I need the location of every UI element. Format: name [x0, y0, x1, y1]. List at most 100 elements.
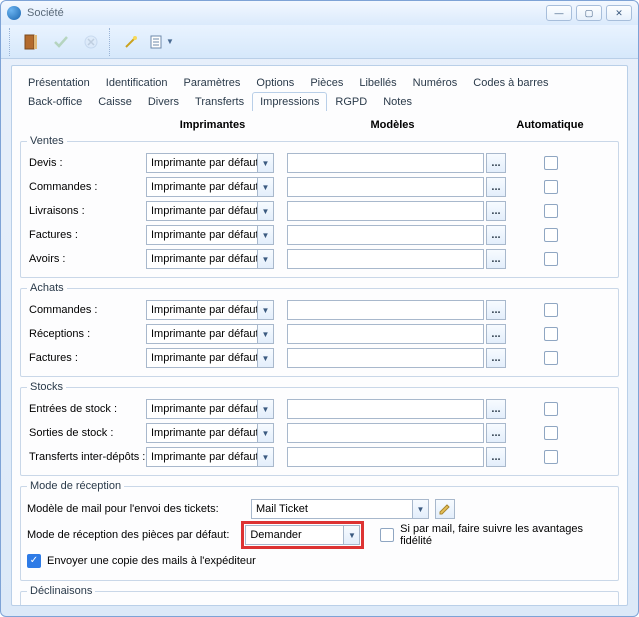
printer-combo[interactable]: Imprimante par défaut▼ — [146, 447, 274, 467]
tab-identification[interactable]: Identification — [98, 73, 176, 92]
tab-rgpd[interactable]: RGPD — [327, 92, 375, 111]
browse-model-button[interactable]: ... — [486, 201, 506, 221]
printer-combo[interactable]: Imprimante par défaut▼ — [146, 225, 274, 245]
cancel-button[interactable] — [77, 28, 105, 56]
edit-mail-model-button[interactable] — [435, 499, 455, 519]
model-field[interactable] — [287, 153, 484, 173]
printer-value: Imprimante par défaut — [151, 403, 259, 415]
forward-fidelity-label: Si par mail, faire suivre les avantages … — [400, 523, 612, 547]
browse-model-button[interactable]: ... — [486, 225, 506, 245]
printer-value: Imprimante par défaut — [151, 427, 259, 439]
auto-checkbox[interactable] — [544, 228, 558, 242]
auto-checkbox[interactable] — [544, 156, 558, 170]
model-field[interactable] — [287, 399, 484, 419]
row-label: Transferts inter-dépôts : — [27, 451, 146, 463]
auto-checkbox[interactable] — [544, 327, 558, 341]
reception-mode-dropdown[interactable]: Demander ▼ — [245, 525, 360, 545]
browse-model-button[interactable]: ... — [486, 249, 506, 269]
model-field[interactable] — [287, 249, 484, 269]
browse-model-button[interactable]: ... — [486, 423, 506, 443]
tab-options[interactable]: Options — [248, 73, 302, 92]
auto-checkbox[interactable] — [544, 450, 558, 464]
browse-model-button[interactable]: ... — [486, 447, 506, 467]
section-declinaisons: Déclinaisons Imprimer le tableau des déc… — [20, 585, 619, 606]
auto-checkbox[interactable] — [544, 204, 558, 218]
printer-combo[interactable]: Imprimante par défaut▼ — [146, 249, 274, 269]
maximize-button[interactable]: ▢ — [576, 5, 602, 21]
model-field[interactable] — [287, 324, 484, 344]
column-headers: Imprimantes Modèles Automatique — [20, 116, 619, 133]
auto-checkbox[interactable] — [544, 351, 558, 365]
auto-checkbox[interactable] — [544, 252, 558, 266]
legend-declinaisons: Déclinaisons — [27, 585, 95, 597]
window: Société — ▢ ✕ ▼ PrésentationIdentificati… — [0, 0, 639, 617]
tab-pr-sentation[interactable]: Présentation — [20, 73, 98, 92]
document-list-icon — [148, 34, 164, 50]
send-copy-checkbox[interactable] — [27, 554, 41, 568]
tab-notes[interactable]: Notes — [375, 92, 420, 111]
model-field[interactable] — [287, 423, 484, 443]
printer-combo[interactable]: Imprimante par défaut▼ — [146, 348, 274, 368]
row-label: Entrées de stock : — [27, 403, 146, 415]
printer-value: Imprimante par défaut — [151, 157, 259, 169]
browse-model-button[interactable]: ... — [486, 177, 506, 197]
printer-row: Transferts inter-dépôts :Imprimante par … — [27, 445, 612, 469]
legend-achats: Achats — [27, 282, 67, 294]
auto-checkbox[interactable] — [544, 402, 558, 416]
browse-model-button[interactable]: ... — [486, 399, 506, 419]
printer-row: Avoirs :Imprimante par défaut▼... — [27, 247, 612, 271]
printer-combo[interactable]: Imprimante par défaut▼ — [146, 423, 274, 443]
mail-model-value: Mail Ticket — [256, 503, 308, 515]
row-label: Sorties de stock : — [27, 427, 146, 439]
tab-caisse[interactable]: Caisse — [90, 92, 140, 111]
browse-model-button[interactable]: ... — [486, 348, 506, 368]
printer-value: Imprimante par défaut — [151, 328, 259, 340]
chevron-down-icon: ▼ — [257, 301, 273, 319]
printer-combo[interactable]: Imprimante par défaut▼ — [146, 201, 274, 221]
confirm-button[interactable] — [47, 28, 75, 56]
tab-pi-ces[interactable]: Pièces — [302, 73, 351, 92]
model-field[interactable] — [287, 300, 484, 320]
model-field[interactable] — [287, 348, 484, 368]
tab-codes-barres[interactable]: Codes à barres — [465, 73, 556, 92]
chevron-down-icon: ▼ — [257, 448, 273, 466]
tab-transferts[interactable]: Transferts — [187, 92, 252, 111]
chevron-down-icon: ▼ — [412, 500, 428, 518]
minimize-button[interactable]: — — [546, 5, 572, 21]
browse-model-button[interactable]: ... — [486, 324, 506, 344]
tab-param-tres[interactable]: Paramètres — [176, 73, 249, 92]
model-field[interactable] — [287, 225, 484, 245]
close-button[interactable]: ✕ — [606, 5, 632, 21]
header-auto: Automatique — [505, 119, 595, 131]
browse-model-button[interactable]: ... — [486, 300, 506, 320]
auto-checkbox[interactable] — [544, 303, 558, 317]
model-field[interactable] — [287, 201, 484, 221]
legend-stocks: Stocks — [27, 381, 66, 393]
printer-combo[interactable]: Imprimante par défaut▼ — [146, 399, 274, 419]
document-menu-button[interactable]: ▼ — [147, 28, 175, 56]
printer-combo[interactable]: Imprimante par défaut▼ — [146, 300, 274, 320]
printer-combo[interactable]: Imprimante par défaut▼ — [146, 324, 274, 344]
tab-divers[interactable]: Divers — [140, 92, 187, 111]
tab-libell-s[interactable]: Libellés — [351, 73, 404, 92]
chevron-down-icon: ▼ — [257, 400, 273, 418]
send-copy-label: Envoyer une copie des mails à l'expédite… — [47, 555, 256, 567]
exit-button[interactable] — [17, 28, 45, 56]
auto-checkbox[interactable] — [544, 426, 558, 440]
printer-row: Factures :Imprimante par défaut▼... — [27, 223, 612, 247]
model-field[interactable] — [287, 447, 484, 467]
printer-combo[interactable]: Imprimante par défaut▼ — [146, 153, 274, 173]
tab-impressions[interactable]: Impressions — [252, 92, 327, 111]
mail-model-dropdown[interactable]: Mail Ticket ▼ — [251, 499, 429, 519]
tab-num-ros[interactable]: Numéros — [405, 73, 466, 92]
row-label: Livraisons : — [27, 205, 146, 217]
window-title: Société — [27, 7, 542, 19]
browse-model-button[interactable]: ... — [486, 153, 506, 173]
tab-back-office[interactable]: Back-office — [20, 92, 90, 111]
printer-combo[interactable]: Imprimante par défaut▼ — [146, 177, 274, 197]
wizard-button[interactable] — [117, 28, 145, 56]
forward-fidelity-checkbox[interactable] — [380, 528, 394, 542]
printer-value: Imprimante par défaut — [151, 304, 259, 316]
model-field[interactable] — [287, 177, 484, 197]
auto-checkbox[interactable] — [544, 180, 558, 194]
